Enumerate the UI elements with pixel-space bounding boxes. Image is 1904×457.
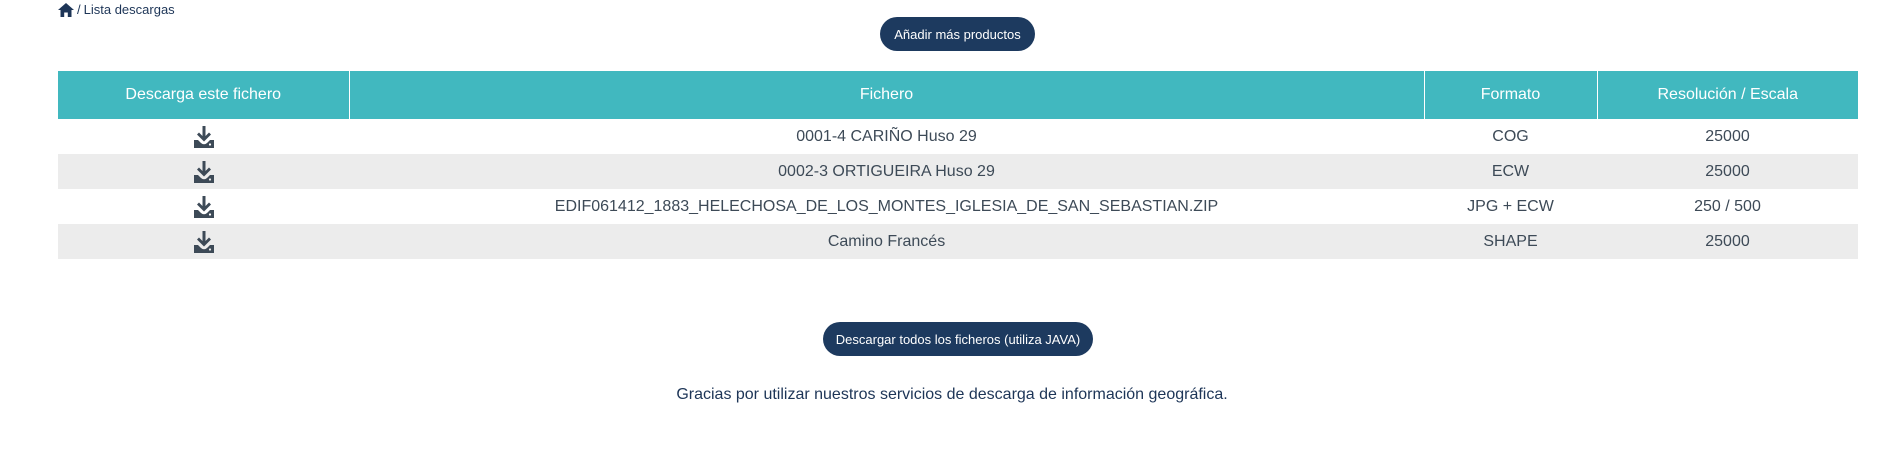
table-row: Camino Francés SHAPE 25000: [58, 224, 1858, 259]
download-cell: [58, 189, 349, 224]
table-header-row: Descarga este fichero Fichero Formato Re…: [58, 71, 1858, 119]
thanks-message: Gracias por utilizar nuestros servicios …: [676, 386, 1228, 403]
download-cell: [58, 154, 349, 189]
column-header-download: Descarga este fichero: [58, 71, 350, 119]
table-row: EDIF061412_1883_HELECHOSA_DE_LOS_MONTES_…: [58, 189, 1858, 224]
resolution-cell: 250 / 500: [1694, 197, 1761, 215]
download-cell: [58, 224, 349, 259]
table-row: 0001-4 CARIÑO Huso 29 COG 25000: [58, 119, 1858, 154]
home-icon[interactable]: [58, 2, 74, 17]
resolution-cell: 25000: [1597, 224, 1858, 259]
format-cell: SHAPE: [1424, 224, 1597, 259]
file-name-cell: 0001-4 CARIÑO Huso 29: [796, 127, 977, 145]
column-header-file: Fichero: [349, 71, 1425, 119]
download-icon[interactable]: [193, 195, 214, 218]
download-cell: [58, 119, 349, 154]
download-icon[interactable]: [193, 230, 214, 253]
resolution-cell: 25000: [1597, 154, 1858, 189]
resolution-cell: 25000: [1705, 127, 1750, 145]
column-header-format: Formato: [1424, 71, 1598, 119]
breadcrumb-current[interactable]: Lista descargas: [84, 2, 175, 17]
breadcrumb-separator: /: [77, 2, 81, 17]
file-name-cell: EDIF061412_1883_HELECHOSA_DE_LOS_MONTES_…: [554, 197, 1219, 215]
files-table: Descarga este fichero Fichero Formato Re…: [58, 71, 1858, 259]
column-header-resolution: Resolución / Escala: [1597, 71, 1858, 119]
download-all-button[interactable]: Descargar todos los ficheros (utiliza JA…: [823, 322, 1093, 356]
download-icon[interactable]: [193, 125, 214, 148]
breadcrumb: / Lista descargas: [58, 2, 175, 17]
format-cell: JPG + ECW: [1467, 197, 1554, 215]
file-name-cell: 0002-3 ORTIGUEIRA Huso 29: [349, 154, 1424, 189]
add-products-button[interactable]: Añadir más productos: [880, 17, 1035, 51]
format-cell: COG: [1492, 127, 1529, 145]
file-name-cell: Camino Francés: [349, 224, 1424, 259]
download-list-page: / Lista descargas Añadir más productos D…: [0, 0, 1904, 457]
format-cell: ECW: [1424, 154, 1597, 189]
download-icon[interactable]: [193, 160, 214, 183]
table-row: 0002-3 ORTIGUEIRA Huso 29 ECW 25000: [58, 154, 1858, 189]
